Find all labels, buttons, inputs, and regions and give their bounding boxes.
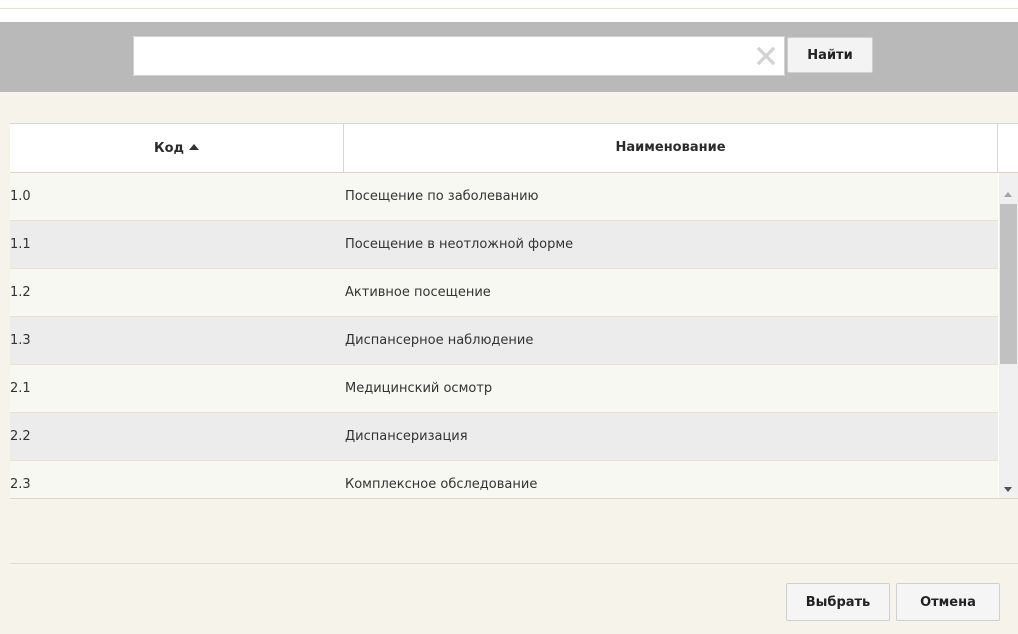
top-divider	[0, 8, 1018, 9]
table-row[interactable]: 1.3 Диспансерное наблюдение	[10, 317, 998, 365]
table-row[interactable]: 1.2 Активное посещение	[10, 269, 998, 317]
cell-code: 2.3	[10, 477, 31, 492]
sort-ascending-icon	[189, 124, 200, 150]
table-row[interactable]: 2.1 Медицинский осмотр	[10, 365, 998, 413]
scroll-up-arrow-icon[interactable]	[1003, 183, 1013, 197]
cell-code: 1.2	[10, 285, 31, 300]
search-toolbar: Найти	[0, 22, 1018, 92]
clear-x-icon[interactable]	[756, 46, 776, 66]
column-header-code[interactable]: Код	[10, 124, 344, 172]
column-header-name[interactable]: Наименование	[344, 124, 998, 172]
scroll-down-arrow-icon[interactable]	[1003, 479, 1013, 492]
select-button[interactable]: Выбрать	[786, 583, 890, 621]
table-scrollbar[interactable]	[999, 173, 1018, 498]
table-row[interactable]: 2.3 Комплексное обследование	[10, 461, 998, 498]
codes-table: Код Наименование 1.0 Посещение по заболе…	[10, 123, 1018, 499]
scrollbar-thumb[interactable]	[1000, 204, 1017, 364]
cell-name: Посещение по заболеванию	[345, 189, 539, 204]
table-row[interactable]: 2.2 Диспансеризация	[10, 413, 998, 461]
cell-code: 2.2	[10, 429, 31, 444]
cell-name: Медицинский осмотр	[345, 381, 493, 396]
footer-divider	[10, 563, 1018, 564]
cell-name: Активное посещение	[345, 285, 491, 300]
cell-code: 1.1	[10, 237, 31, 252]
table-row[interactable]: 1.0 Посещение по заболеванию	[10, 173, 998, 221]
search-button[interactable]: Найти	[787, 37, 873, 73]
cell-name: Диспансерное наблюдение	[345, 333, 534, 348]
cell-name: Диспансеризация	[345, 429, 468, 444]
column-header-code-label: Код	[153, 141, 185, 156]
table-body: 1.0 Посещение по заболеванию 1.1 Посещен…	[10, 173, 998, 498]
table-header: Код Наименование	[10, 124, 1018, 173]
search-input[interactable]	[133, 36, 785, 76]
cell-code: 1.3	[10, 333, 31, 348]
table-row[interactable]: 1.1 Посещение в неотложной форме	[10, 221, 998, 269]
cell-name: Комплексное обследование	[345, 477, 538, 492]
cell-code: 1.0	[10, 189, 31, 204]
cell-code: 2.1	[10, 381, 31, 396]
cancel-button[interactable]: Отмена	[896, 583, 1000, 621]
column-header-name-label: Наименование	[615, 140, 726, 155]
cell-name: Посещение в неотложной форме	[345, 237, 574, 252]
selection-dialog: Найти Код Наименование 1.0 Посещение по …	[0, 22, 1018, 634]
